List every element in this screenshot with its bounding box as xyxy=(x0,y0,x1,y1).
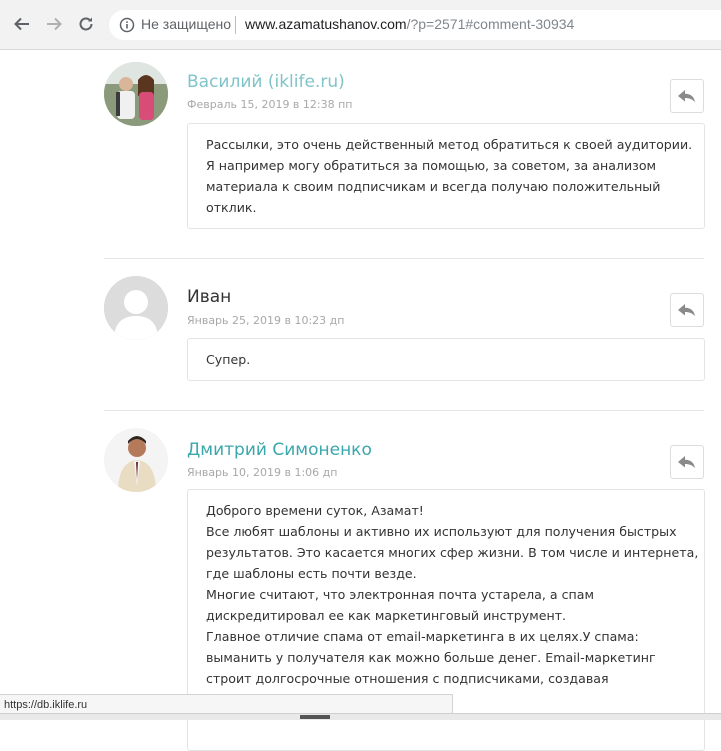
reply-button[interactable] xyxy=(670,79,704,113)
url-path: /?p=2571#comment-30934 xyxy=(406,16,575,32)
address-bar[interactable]: Не защищено www.azamatushanov.com/?p=257… xyxy=(109,10,721,40)
arrow-right-icon xyxy=(47,17,62,31)
comments-section: Василий (iklife.ru) Февраль 15, 2019 в 1… xyxy=(0,50,721,751)
comment-date-link[interactable]: Февраль 15, 2019 в 12:38 пп xyxy=(187,98,353,111)
comment-date-link[interactable]: Январь 25, 2019 в 10:23 дп xyxy=(187,314,344,327)
comment-text: Многие считают, что электронная почта ус… xyxy=(206,587,594,623)
comment-author-link[interactable]: Василий (iklife.ru) xyxy=(187,72,345,92)
status-bar-url: https://db.iklife.ru xyxy=(0,694,453,715)
reply-icon xyxy=(678,456,695,468)
avatar xyxy=(104,62,168,126)
reply-icon xyxy=(678,304,695,316)
back-button[interactable] xyxy=(10,12,34,36)
comment-divider xyxy=(104,258,704,259)
url-domain: www.azamatushanov.com xyxy=(245,16,407,32)
avatar xyxy=(104,428,168,492)
url-divider xyxy=(235,16,236,34)
reload-icon xyxy=(79,17,93,31)
comment-body: Супер. xyxy=(187,338,705,381)
default-avatar-icon xyxy=(104,276,168,340)
comment-author-link[interactable]: Дмитрий Симоненко xyxy=(187,440,372,460)
comment-author: Иван xyxy=(187,287,232,307)
url-text[interactable]: www.azamatushanov.com/?p=2571#comment-30… xyxy=(245,16,574,32)
security-label[interactable]: Не защищено xyxy=(141,16,231,32)
comment-text: Все любят шаблоны и активно их использую… xyxy=(206,524,699,581)
arrow-left-icon xyxy=(14,17,29,31)
reload-button[interactable] xyxy=(74,12,98,36)
reply-button[interactable] xyxy=(670,445,704,479)
scrollbar-thumb[interactable] xyxy=(300,715,330,719)
reply-button[interactable] xyxy=(670,293,704,327)
comment-text: Супер. xyxy=(206,352,251,367)
info-icon[interactable] xyxy=(119,17,135,33)
avatar xyxy=(104,276,168,340)
comment-text: Рассылки, это очень действенный метод об… xyxy=(206,137,693,215)
browser-toolbar: Не защищено www.azamatushanov.com/?p=257… xyxy=(0,0,721,50)
comment-date-link[interactable]: Январь 10, 2019 в 1:06 дп xyxy=(187,466,337,479)
reply-icon xyxy=(678,90,695,102)
comment-divider xyxy=(104,410,704,411)
comment-body: Рассылки, это очень действенный метод об… xyxy=(187,123,705,229)
forward-button[interactable] xyxy=(42,12,66,36)
comment-text: Доброго времени суток, Азамат! xyxy=(206,503,424,518)
